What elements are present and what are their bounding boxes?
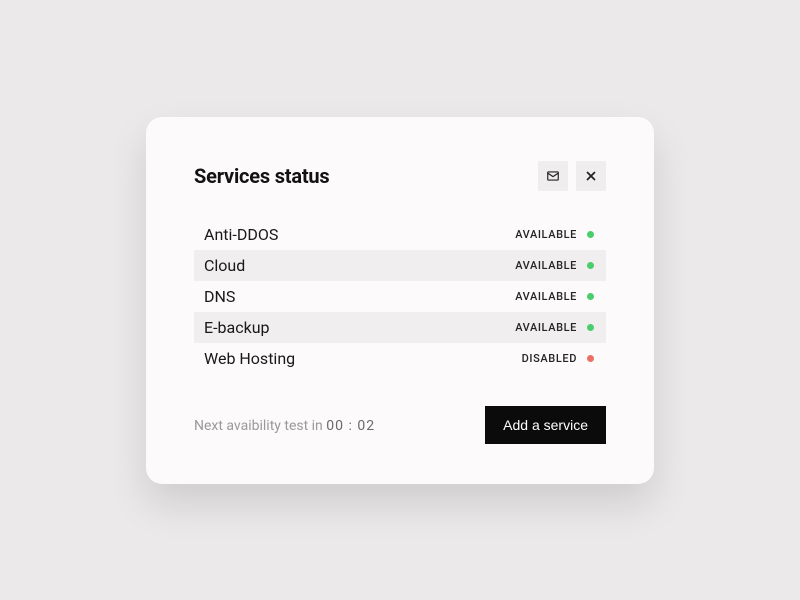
header-actions (538, 161, 606, 191)
service-status: AVAILABLE (515, 290, 594, 303)
countdown-label: Next avaibility test in (194, 418, 326, 434)
service-name: DNS (204, 287, 235, 306)
service-status: AVAILABLE (515, 228, 594, 241)
add-service-button[interactable]: Add a service (485, 406, 606, 444)
mail-icon (546, 169, 560, 183)
service-row: Cloud AVAILABLE (194, 250, 606, 281)
close-icon (584, 169, 598, 183)
card-footer: Next avaibility test in 00 : 02 Add a se… (194, 406, 606, 444)
service-name: Web Hosting (204, 349, 295, 368)
service-status: AVAILABLE (515, 259, 594, 272)
countdown-time: 00 : 02 (326, 418, 375, 434)
card-header: Services status (194, 161, 606, 191)
services-status-card: Services status Anti-DDOS AVAILABLE (146, 117, 654, 484)
service-row: DNS AVAILABLE (194, 281, 606, 312)
service-row: E-backup AVAILABLE (194, 312, 606, 343)
status-dot-available (587, 293, 594, 300)
service-name: E-backup (204, 318, 270, 337)
status-label: AVAILABLE (515, 228, 577, 241)
service-name: Anti-DDOS (204, 225, 278, 244)
status-label: DISABLED (522, 352, 577, 365)
status-label: AVAILABLE (515, 290, 577, 303)
service-row: Anti-DDOS AVAILABLE (194, 219, 606, 250)
status-dot-available (587, 324, 594, 331)
service-row: Web Hosting DISABLED (194, 343, 606, 374)
card-title: Services status (194, 164, 330, 188)
service-list: Anti-DDOS AVAILABLE Cloud AVAILABLE DNS … (194, 219, 606, 374)
status-label: AVAILABLE (515, 259, 577, 272)
mail-button[interactable] (538, 161, 568, 191)
close-button[interactable] (576, 161, 606, 191)
status-dot-available (587, 231, 594, 238)
status-dot-available (587, 262, 594, 269)
countdown: Next avaibility test in 00 : 02 (194, 415, 375, 434)
service-status: AVAILABLE (515, 321, 594, 334)
service-name: Cloud (204, 256, 245, 275)
service-status: DISABLED (522, 352, 594, 365)
status-dot-disabled (587, 355, 594, 362)
status-label: AVAILABLE (515, 321, 577, 334)
